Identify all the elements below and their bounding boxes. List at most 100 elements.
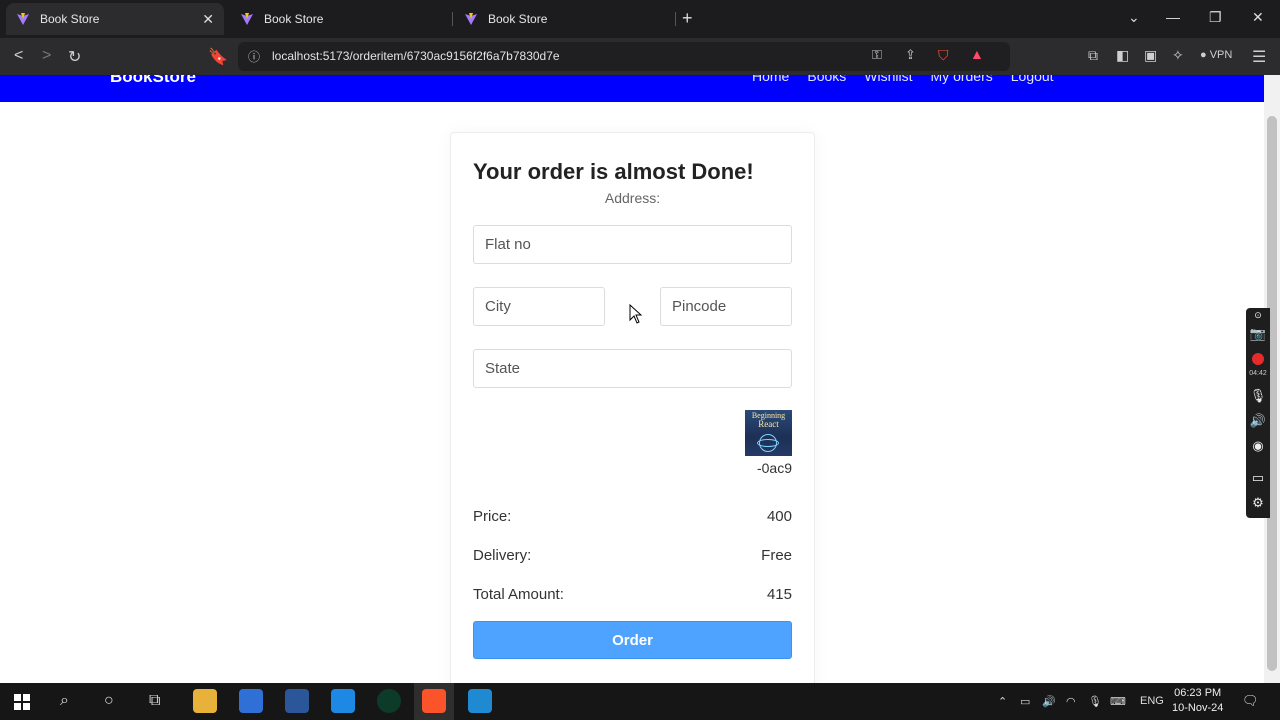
back-icon[interactable]: <	[14, 47, 23, 65]
menu-icon[interactable]: ☰	[1252, 47, 1266, 67]
leo-ai-icon[interactable]: ✧	[1172, 47, 1184, 64]
recording-time: 04:42	[1249, 370, 1267, 377]
store-icon[interactable]	[239, 689, 263, 713]
flat-no-input[interactable]	[473, 225, 792, 264]
site-info-icon[interactable]: ⓘ	[248, 48, 260, 65]
file-explorer-icon[interactable]	[193, 689, 217, 713]
tab-title: Book Store	[488, 12, 548, 26]
nav-link-wishlist[interactable]: Wishlist	[864, 75, 912, 84]
windows-taskbar: ⌕ ○ ⧉ ⌃ ▭ 🔊 ◠ 🎙 ⌨ ENG 06:23 PM 10-Nov-24…	[0, 683, 1280, 720]
share-icon[interactable]: ⇪	[905, 47, 916, 63]
site-navbar: BookStore Home Books Wishlist My orders …	[0, 75, 1264, 102]
brave-shield-icon[interactable]: ⛉	[938, 47, 949, 64]
browser-tab-1[interactable]: Book Store ✕	[6, 3, 224, 35]
browser-tab-2[interactable]: Book Store	[230, 3, 448, 35]
order-title: Your order is almost Done!	[473, 159, 754, 184]
new-tab-icon[interactable]: +	[682, 8, 693, 29]
total-value: 415	[766, 586, 792, 603]
brave-rewards-icon[interactable]: ▲	[970, 46, 984, 62]
webcam-icon[interactable]: ◉	[1246, 438, 1270, 454]
language-indicator[interactable]: ENG	[1140, 695, 1164, 707]
mongodb-compass-icon[interactable]	[377, 689, 401, 713]
vscode-icon[interactable]	[468, 689, 492, 713]
price-label: Price:	[473, 508, 512, 525]
speaker-icon[interactable]: 🔊	[1246, 413, 1270, 429]
book-cover-image: Beginning React	[745, 410, 792, 456]
restore-icon[interactable]: ❐	[1209, 9, 1222, 26]
mouse-cursor-icon	[629, 304, 643, 324]
book-cover-line-2: React	[758, 419, 779, 429]
browser-toolbar: < > ↻ 🔖 ⓘ localhost:5173/orderitem/6730a…	[0, 38, 1280, 75]
camera-icon[interactable]: 📷	[1246, 326, 1270, 342]
total-row: Total Amount: 415	[473, 586, 792, 603]
window-icon[interactable]: ▭	[1246, 470, 1270, 486]
order-button[interactable]: Order	[473, 621, 792, 659]
vite-favicon-icon	[241, 13, 253, 25]
vpn-label: VPN	[1209, 49, 1233, 61]
browser-tab-3[interactable]: Book Store	[454, 3, 672, 35]
key-icon[interactable]: ⚿	[872, 47, 882, 63]
notifications-icon[interactable]: 🗨	[1242, 693, 1259, 709]
microphone-icon[interactable]: 🎙	[1246, 388, 1270, 404]
extensions-icon[interactable]: ⧉	[1088, 47, 1098, 64]
vpn-button[interactable]: ● VPN	[1200, 49, 1232, 61]
minimize-icon[interactable]: —	[1166, 9, 1180, 25]
mic-tray-icon[interactable]: 🎙	[1088, 695, 1102, 708]
cortana-icon[interactable]: ○	[104, 692, 114, 710]
tab-separator	[452, 12, 453, 26]
nav-links: Home Books Wishlist My orders Logout	[752, 75, 1054, 84]
price-value: 400	[766, 508, 792, 525]
wifi-icon[interactable]: ◠	[1066, 695, 1076, 708]
clock-date: 10-Nov-24	[1172, 702, 1224, 714]
vite-favicon-icon	[17, 13, 29, 25]
reload-icon[interactable]: ↻	[68, 47, 81, 67]
settings-gear-icon[interactable]: ⚙	[1246, 495, 1270, 511]
delivery-value: Free	[761, 547, 792, 564]
volume-icon[interactable]: 🔊	[1042, 695, 1056, 708]
site-brand[interactable]: BookStore	[110, 75, 196, 87]
tab-title: Book Store	[40, 12, 100, 26]
word-icon[interactable]	[285, 689, 309, 713]
react-atom-orbit	[757, 439, 779, 447]
vite-favicon-icon	[465, 13, 477, 25]
tray-overflow-icon[interactable]: ⌃	[998, 695, 1007, 708]
state-input[interactable]	[473, 349, 792, 388]
delivery-row: Delivery: Free	[473, 547, 792, 564]
taskbar-clock[interactable]: 06:23 PM 10-Nov-24	[1172, 686, 1223, 716]
nav-link-home[interactable]: Home	[752, 75, 789, 84]
recorder-pin-icon[interactable]: ⊙	[1246, 310, 1270, 321]
tab-separator	[675, 12, 676, 26]
nav-link-my-orders[interactable]: My orders	[931, 75, 993, 84]
battery-icon[interactable]: ▭	[1020, 695, 1030, 708]
address-bar[interactable]: ⓘ localhost:5173/orderitem/6730ac9156f2f…	[238, 42, 1010, 71]
bookmark-icon[interactable]: 🔖	[208, 47, 228, 67]
mail-icon[interactable]	[331, 689, 355, 713]
windows-start-icon[interactable]	[14, 694, 30, 710]
city-input[interactable]	[473, 287, 605, 326]
tab-title: Book Store	[264, 12, 324, 26]
delivery-label: Delivery:	[473, 547, 532, 564]
close-tab-icon[interactable]: ✕	[202, 11, 214, 28]
clock-time: 06:23 PM	[1174, 687, 1222, 699]
order-card: Your order is almost Done! Address: Begi…	[450, 132, 815, 692]
pincode-input[interactable]	[660, 287, 792, 326]
close-window-icon[interactable]: ✕	[1252, 9, 1264, 26]
sidebar-icon[interactable]: ◧	[1116, 47, 1129, 64]
nav-link-logout[interactable]: Logout	[1011, 75, 1054, 84]
search-icon[interactable]: ⌕	[60, 692, 69, 710]
wallet-icon[interactable]: ▣	[1144, 47, 1157, 64]
keyboard-icon[interactable]: ⌨	[1110, 695, 1126, 708]
screen-recorder-widget: ⊙ 📷 04:42 🎙 🔊 ◉ ▭ ⚙	[1246, 308, 1270, 518]
price-row: Price: 400	[473, 508, 792, 525]
brave-browser-icon[interactable]	[422, 689, 446, 713]
book-id: -0ac9	[756, 460, 792, 476]
address-label: Address:	[604, 190, 661, 206]
forward-icon[interactable]: >	[42, 47, 51, 65]
total-label: Total Amount:	[473, 586, 564, 603]
url-text: localhost:5173/orderitem/6730ac9156f2f6a…	[272, 49, 560, 63]
record-icon[interactable]	[1252, 353, 1264, 365]
nav-link-books[interactable]: Books	[807, 75, 846, 84]
task-view-icon[interactable]: ⧉	[149, 692, 160, 710]
tab-list-chevron-icon[interactable]: ⌄	[1128, 9, 1140, 26]
browser-tab-strip: Book Store ✕ Book Store Book Store + ⌄ —…	[0, 0, 1280, 38]
